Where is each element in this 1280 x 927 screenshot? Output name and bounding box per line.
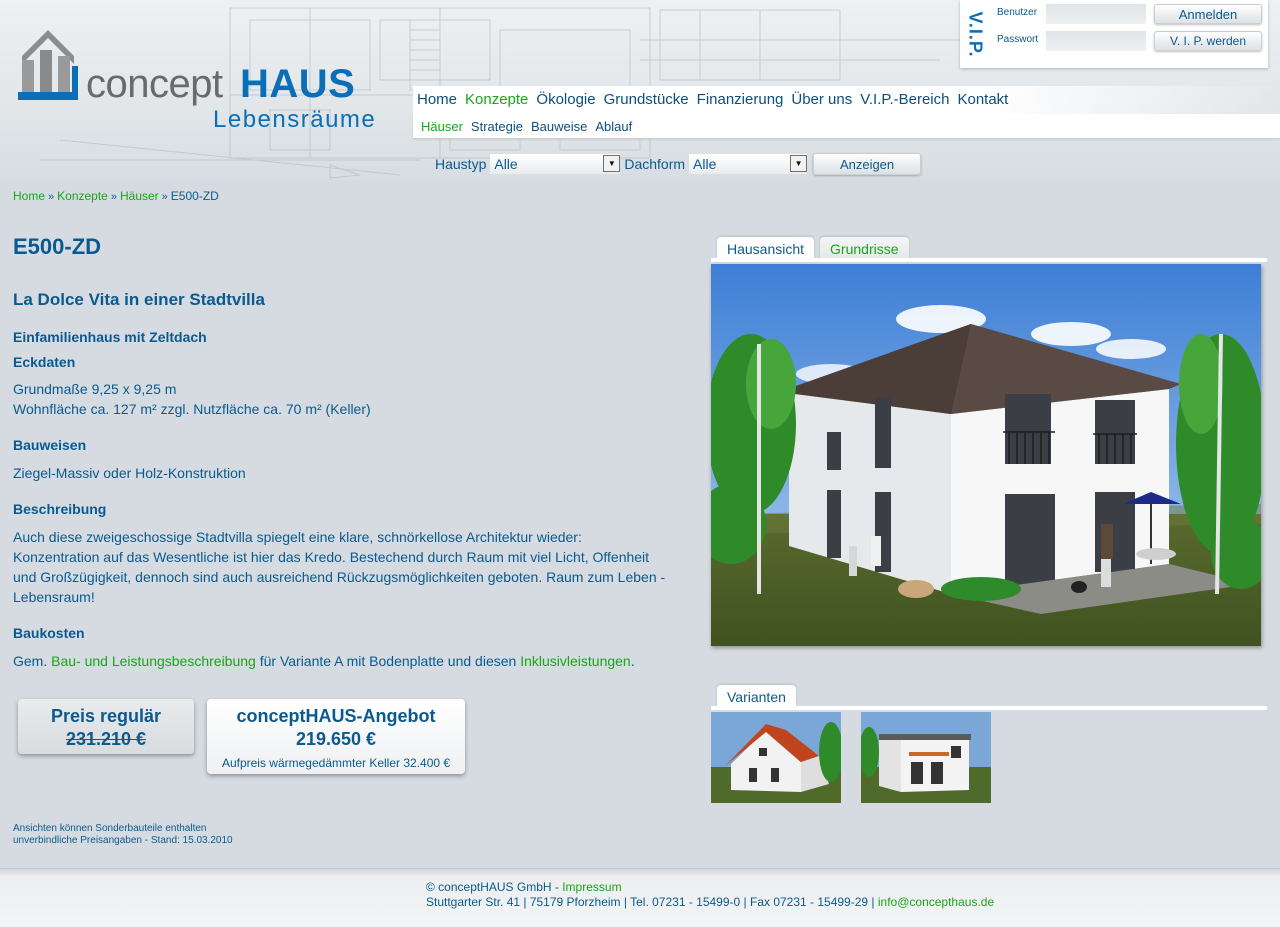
dachform-select[interactable]: Alle ▼ [689, 154, 808, 174]
variant-thumbnail-2[interactable] [861, 712, 991, 803]
variant-1-illustration [711, 712, 841, 803]
breadcrumb-current: E500-ZD [170, 189, 219, 203]
username-label: Benutzer [997, 7, 1038, 18]
leistungsbeschreibung-link[interactable]: Bau- und Leistungsbeschreibung [51, 653, 256, 669]
offer-price-note: Aufpreis wärmegedämmter Keller 32.400 € [221, 756, 451, 770]
baukosten-text: Gem. Bau- und Leistungsbeschreibung für … [13, 653, 635, 669]
password-input[interactable] [1046, 31, 1146, 51]
email-link[interactable]: info@concepthaus.de [878, 895, 994, 909]
nav-home[interactable]: Home [413, 86, 461, 114]
variants-tab-underline [711, 706, 1267, 710]
nav-ueber-uns[interactable]: Über uns [787, 86, 856, 114]
footer-address: Stuttgarter Str. 41 | 75179 Pforzheim | … [426, 895, 878, 909]
offer-price-box: conceptHAUS-Angebot 219.650 € Aufpreis w… [207, 699, 465, 774]
subnav-ablauf[interactable]: Ablauf [591, 119, 636, 134]
house-illustration [711, 264, 1261, 646]
dachform-label: Dachform [624, 156, 686, 172]
variant-thumbnail-1[interactable] [711, 712, 841, 803]
subnav-strategie[interactable]: Strategie [467, 119, 527, 134]
username-input[interactable] [1046, 4, 1146, 24]
inklusivleistungen-link[interactable]: Inklusivleistungen [520, 653, 631, 669]
breadcrumb-separator: » [110, 191, 117, 203]
chevron-down-icon[interactable]: ▼ [790, 155, 808, 172]
house-type: Einfamilienhaus mit Zeltdach [13, 329, 207, 345]
nav-finanzierung[interactable]: Finanzierung [693, 86, 788, 114]
offer-price-label: conceptHAUS-Angebot [236, 706, 436, 726]
haustyp-select[interactable]: Alle ▼ [490, 154, 621, 174]
footer-text: © conceptHAUS GmbH - Impressum Stuttgart… [426, 880, 994, 910]
site-footer: © conceptHAUS GmbH - Impressum Stuttgart… [0, 868, 1280, 927]
page-title: E500-ZD [13, 234, 102, 259]
beschreibung-heading: Beschreibung [13, 501, 107, 517]
price-footnote: Ansichten können Sonderbauteile enthalte… [13, 823, 233, 846]
subnav-haeuser[interactable]: Häuser [417, 119, 467, 134]
breadcrumb-separator: » [48, 191, 55, 203]
house-filter: Haustyp Alle ▼ Dachform Alle ▼ Anzeigen [427, 148, 1280, 180]
site-header: concept HAUS Lebensräume V.I.P. Benutzer… [0, 0, 1280, 180]
impressum-link[interactable]: Impressum [562, 880, 621, 894]
password-label: Passwort [997, 34, 1039, 45]
main-nav: Home Konzepte Ökologie Grundstücke Finan… [413, 86, 1280, 114]
beschreibung-text: Auch diese zweigeschossige Stadtvilla sp… [13, 529, 666, 605]
breadcrumb-haeuser[interactable]: Häuser [120, 189, 159, 203]
eckdaten-line2: Wohnfläche ca. 127 m² zzgl. Nutzfläche c… [13, 401, 371, 417]
logo-house-icon [18, 30, 78, 100]
footer-copyright: © conceptHAUS GmbH - [426, 880, 563, 894]
nav-kontakt[interactable]: Kontakt [953, 86, 1012, 114]
vip-label: V.I.P. [965, 10, 986, 58]
anzeigen-button[interactable]: Anzeigen [813, 153, 922, 175]
logo-tagline: Lebensräume [213, 106, 377, 133]
house-subtitle: La Dolce Vita in einer Stadtvilla [13, 290, 265, 309]
logo-text-concept: concept [86, 62, 223, 106]
nav-vip-bereich[interactable]: V.I.P.-Bereich [856, 86, 953, 114]
nav-grundstuecke[interactable]: Grundstücke [600, 86, 693, 114]
house-details: E500-ZD La Dolce Vita in einer Stadtvill… [13, 230, 673, 671]
regular-price-box: Preis regulär 231.210 € [18, 699, 194, 754]
baukosten-heading: Baukosten [13, 625, 85, 641]
variant-2-illustration [861, 712, 991, 803]
breadcrumb-home[interactable]: Home [13, 189, 45, 203]
nav-oekologie[interactable]: Ökologie [532, 86, 599, 114]
offer-price-value: 219.650 € [295, 729, 377, 749]
logo-text-haus: HAUS [240, 62, 356, 106]
login-button[interactable]: Anmelden [1154, 4, 1262, 24]
nav-konzepte[interactable]: Konzepte [461, 86, 533, 114]
logo[interactable]: concept HAUS Lebensräume [18, 26, 398, 136]
eckdaten-heading: Eckdaten [13, 354, 76, 370]
regular-price-value: 231.210 € [65, 729, 147, 749]
regular-price-label: Preis regulär [50, 706, 162, 726]
bauweisen-heading: Bauweisen [13, 437, 87, 453]
breadcrumb-konzepte[interactable]: Konzepte [57, 189, 108, 203]
breadcrumb: Home» Konzepte» Häuser» E500-ZD [13, 189, 219, 203]
vip-register-button[interactable]: V. I. P. werden [1154, 31, 1262, 51]
breadcrumb-separator: » [161, 191, 168, 203]
haustyp-label: Haustyp [435, 156, 487, 172]
sub-nav: Häuser Strategie Bauweise Ablauf [413, 114, 1280, 138]
eckdaten-line1: Grundmaße 9,25 x 9,25 m [13, 381, 177, 397]
tab-underline [711, 258, 1267, 262]
login-box: V.I.P. Benutzer Passwort Anmelden V. I. … [960, 0, 1268, 68]
bauweisen-text: Ziegel-Massiv oder Holz-Konstruktion [13, 465, 246, 481]
house-image[interactable] [711, 264, 1261, 646]
chevron-down-icon[interactable]: ▼ [603, 155, 621, 172]
subnav-bauweise[interactable]: Bauweise [527, 119, 591, 134]
